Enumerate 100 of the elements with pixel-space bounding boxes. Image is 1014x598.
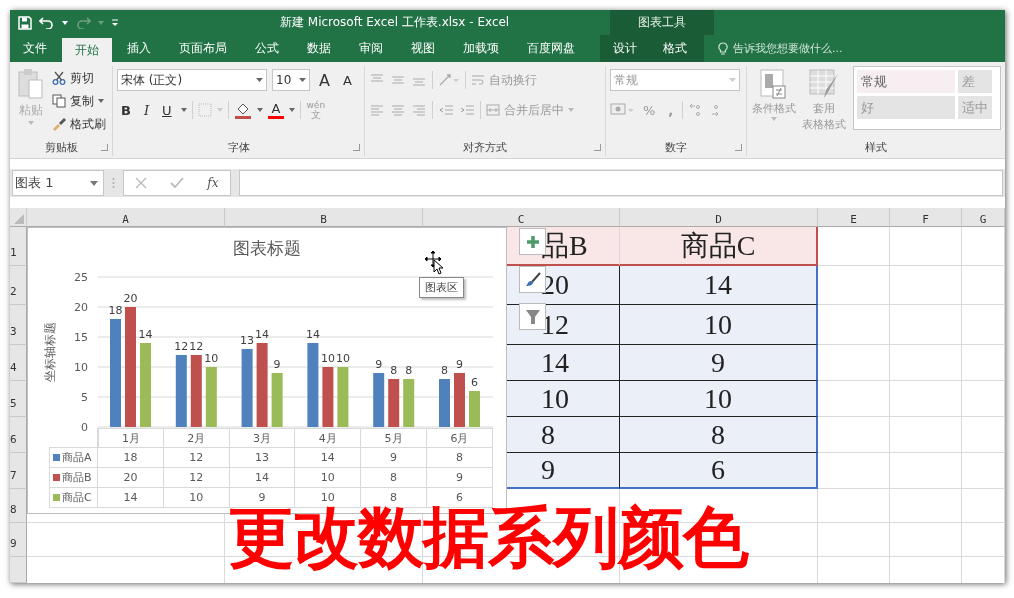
select-all-button[interactable] (10, 208, 27, 227)
name-box[interactable]: 图表 1 (12, 170, 104, 196)
formula-input[interactable] (239, 170, 1003, 196)
caret-icon[interactable] (180, 108, 187, 112)
indent-icon[interactable] (459, 103, 475, 117)
row-header[interactable]: 4 (10, 345, 27, 381)
row-header[interactable]: 9 (10, 523, 27, 557)
axis-title[interactable]: 坐标轴标题 (43, 322, 57, 382)
font-name-field[interactable]: 宋体 (正文) (117, 69, 267, 91)
bar[interactable] (388, 379, 400, 427)
currency-icon[interactable] (610, 103, 634, 117)
column-header[interactable]: E (818, 208, 890, 227)
axis-tick-label: 15 (74, 331, 88, 344)
column-header[interactable]: C (423, 208, 620, 227)
insert-function-button[interactable]: fx (207, 176, 219, 190)
column-header[interactable]: D (620, 208, 818, 227)
merge-icon (486, 104, 500, 116)
undo-icon[interactable] (39, 16, 55, 29)
bold-button[interactable]: B (117, 102, 135, 118)
indent-icon[interactable] (438, 103, 454, 117)
row-header[interactable]: 2 (10, 266, 27, 305)
customize-icon[interactable] (111, 18, 119, 27)
data-table-cell: 14 (98, 488, 164, 508)
bar[interactable] (373, 373, 385, 427)
save-icon[interactable] (18, 15, 32, 30)
align-icon[interactable] (390, 103, 406, 117)
caret-icon[interactable] (62, 20, 68, 25)
table-cell: 10 (620, 381, 818, 417)
axis-tick-label: 5 (81, 391, 88, 404)
ribbon-tab[interactable]: 数据 (294, 35, 344, 62)
row-header[interactable] (10, 557, 27, 583)
launcher-icon[interactable] (353, 144, 360, 151)
bar[interactable] (271, 373, 283, 427)
ribbon-tab[interactable]: 页面布局 (166, 35, 240, 62)
cell-style-option[interactable]: 常规 (857, 70, 955, 93)
bar[interactable] (403, 379, 415, 427)
underline-button[interactable]: U (158, 102, 176, 118)
launcher-icon[interactable] (594, 144, 601, 151)
ribbon-tab[interactable]: 设计 (600, 35, 650, 62)
bar[interactable] (190, 355, 202, 427)
category-label: 1月 (98, 428, 164, 448)
clipboard-icon (17, 68, 45, 100)
ribbon-tab[interactable]: 格式 (650, 35, 700, 62)
ribbon-tab[interactable]: 视图 (398, 35, 448, 62)
bar[interactable] (337, 367, 349, 427)
check-icon[interactable] (170, 177, 185, 189)
bar[interactable] (307, 343, 319, 427)
data-label: 12 (189, 340, 204, 353)
caret-icon[interactable] (256, 108, 263, 112)
bar[interactable] (256, 343, 268, 427)
ribbon-tab[interactable]: 插入 (114, 35, 164, 62)
row-header[interactable]: 7 (10, 453, 27, 489)
bar[interactable] (241, 349, 253, 427)
lightbulb-icon (718, 41, 728, 56)
drag-handle-icon (112, 177, 115, 189)
tell-me-field[interactable]: 告诉我您想要做什么... (733, 41, 843, 56)
ribbon-tab[interactable]: 审阅 (346, 35, 396, 62)
column-header[interactable]: F (890, 208, 962, 227)
orientation-icon[interactable] (438, 73, 460, 87)
row-header[interactable]: 3 (10, 305, 27, 345)
align-icon[interactable] (390, 73, 406, 87)
table-cell: 14 (620, 266, 818, 305)
ribbon-tab[interactable]: 百度网盘 (514, 35, 588, 62)
launcher-icon[interactable] (101, 144, 108, 151)
column-header[interactable]: B (225, 208, 423, 227)
caret-icon[interactable] (289, 108, 296, 112)
column-header[interactable]: G (962, 208, 1005, 227)
category-label: 4月 (295, 428, 362, 448)
fill-color-icon[interactable] (233, 101, 252, 119)
column-header[interactable]: A (27, 208, 225, 227)
format-painter-button[interactable]: 格式刷 (52, 114, 106, 134)
bar[interactable] (322, 367, 334, 427)
caret-icon (98, 99, 104, 103)
grow-font-button[interactable]: A (315, 70, 334, 90)
data-label: 10 (335, 352, 350, 365)
launcher-icon[interactable] (735, 144, 742, 151)
bar[interactable] (205, 367, 217, 427)
ribbon-tab[interactable]: 加载项 (450, 35, 512, 62)
border-icon[interactable] (197, 103, 212, 117)
category-label: 3月 (229, 428, 296, 448)
italic-button[interactable]: I (139, 102, 154, 118)
table-cell: 10 (620, 305, 818, 345)
caret-icon (256, 78, 263, 82)
ribbon-tab[interactable]: 公式 (242, 35, 292, 62)
bar[interactable] (175, 355, 187, 427)
font-color-button[interactable]: A (267, 101, 285, 119)
ribbon-tab[interactable]: 开始 (62, 38, 112, 62)
row-header[interactable]: 6 (10, 417, 27, 453)
row-header[interactable]: 1 (10, 227, 27, 266)
data-label: 10 (204, 352, 219, 365)
font-size-field[interactable]: 10 (272, 69, 310, 91)
row-header[interactable]: 5 (10, 381, 27, 417)
cut-button[interactable]: 剪切 (52, 68, 106, 88)
align-icon[interactable] (369, 103, 385, 117)
cancel-icon[interactable] (135, 177, 148, 189)
shrink-font-button[interactable]: A (338, 72, 356, 88)
align-icon[interactable] (411, 103, 427, 117)
ribbon-tab[interactable]: 文件 (10, 35, 60, 62)
row-header[interactable]: 8 (10, 489, 27, 523)
copy-button[interactable]: 复制 (52, 91, 106, 111)
